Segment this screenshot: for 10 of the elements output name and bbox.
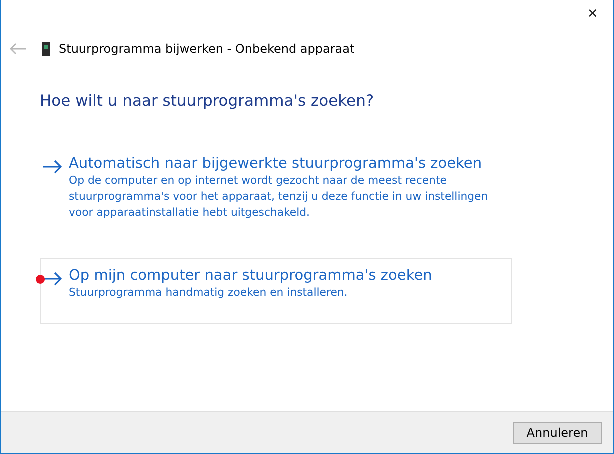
device-icon [41,42,51,56]
page-heading: Hoe wilt u naar stuurprogramma's zoeken? [40,92,376,110]
window-title: Stuurprogramma bijwerken - Onbekend apparaat [59,42,355,56]
option-title: Op mijn computer naar stuurprogramma's zoeken [69,268,432,284]
cancel-button[interactable]: Annuleren [513,422,602,444]
arrow-icon [41,160,63,174]
close-button[interactable]: ✕ [573,0,613,28]
option-description: Op de computer en op internet wordt gezocht naar de meest recente stuurprogramma's voor het apparaat, tenzij u deze functie in uw instellingen voor apparaatinstallatie hebt uitgeschakeld. [69,173,490,221]
option-title: Automatisch naar bijgewerkte stuurprogramma's zoeken [69,156,484,172]
option-description: Stuurprogramma handmatig zoeken en installeren. [69,285,349,301]
